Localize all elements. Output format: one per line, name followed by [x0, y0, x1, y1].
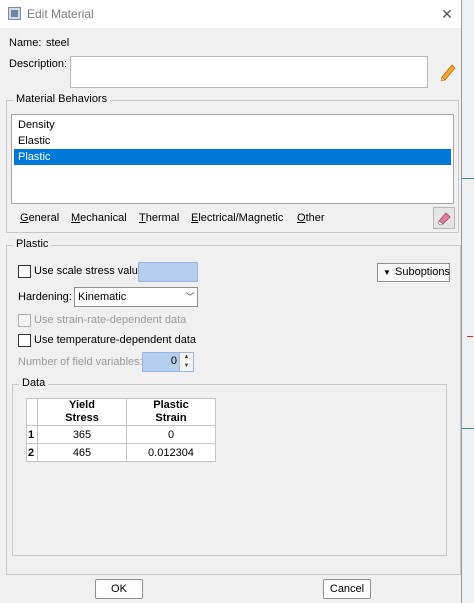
spinner-up-icon[interactable]: ▲ — [180, 353, 193, 362]
description-label: Description: — [9, 58, 68, 70]
column-header-yield-stress[interactable]: Yield Stress — [37, 398, 127, 426]
menu-other-mnemonic: O — [297, 212, 306, 224]
suboptions-label: Suboptions — [395, 266, 451, 278]
triangle-down-icon: ▼ — [383, 268, 391, 277]
table-cell[interactable]: 0 — [126, 425, 216, 444]
menu-other-label: ther — [305, 212, 325, 224]
spinner-down-icon[interactable]: ▼ — [180, 362, 193, 371]
delete-behavior-button[interactable] — [433, 207, 455, 229]
temperature-label: Use temperature-dependent data — [34, 334, 197, 346]
menu-electrical-magnetic[interactable]: Electrical/Magnetic — [191, 207, 283, 229]
table-header-row: Yield Stress Plastic Strain — [26, 398, 216, 426]
field-variables-value: 0 — [170, 355, 177, 367]
field-variables-label: Number of field variables: — [18, 356, 143, 368]
pencil-icon[interactable] — [438, 60, 458, 82]
menu-general-label: eneral — [28, 212, 60, 224]
close-icon[interactable]: ✕ — [436, 3, 458, 25]
table-row: 2 465 0.012304 — [26, 443, 216, 462]
menu-thermal-mnemonic: T — [139, 212, 146, 224]
background-line — [462, 428, 474, 429]
temperature-checkbox[interactable] — [18, 334, 31, 347]
behavior-menu-bar: General Mechanical Thermal Electrical/Ma… — [14, 207, 428, 229]
column-header-line: Stress — [65, 412, 99, 424]
menu-thermal[interactable]: Thermal — [139, 207, 179, 229]
eraser-icon — [437, 212, 451, 226]
field-variables-spinner[interactable]: 0 ▲ ▼ — [142, 352, 194, 372]
menu-mechanical-label: echanical — [80, 212, 127, 224]
app-icon — [8, 7, 21, 20]
data-title: Data — [19, 377, 49, 389]
table-cell[interactable]: 365 — [37, 425, 127, 444]
menu-general[interactable]: General — [20, 207, 59, 229]
strain-rate-label: Use strain-rate-dependent data — [34, 314, 187, 326]
scale-stress-checkbox[interactable] — [18, 265, 31, 278]
behavior-item-elastic[interactable]: Elastic — [14, 133, 451, 149]
behavior-item-plastic[interactable]: Plastic — [14, 149, 451, 165]
corner-cell — [26, 398, 38, 426]
menu-electrical-label: lectrical/Magnetic — [198, 212, 284, 224]
ok-button[interactable]: OK — [95, 579, 143, 599]
name-value: steel — [46, 37, 70, 49]
row-index: 2 — [26, 443, 38, 462]
hardening-select[interactable]: Kinematic ﹀ — [74, 287, 198, 307]
hardening-label: Hardening: — [18, 291, 72, 303]
hardening-value: Kinematic — [78, 291, 127, 303]
background-app — [462, 0, 474, 603]
table-cell[interactable]: 0.012304 — [126, 443, 216, 462]
description-field[interactable] — [70, 56, 428, 88]
spinner-buttons: ▲ ▼ — [179, 353, 193, 371]
material-behaviors-title: Material Behaviors — [13, 93, 111, 105]
edit-material-dialog: Edit Material ✕ Name: steel Description:… — [0, 0, 462, 603]
suboptions-button[interactable]: ▼ Suboptions — [377, 263, 450, 282]
menu-general-mnemonic: G — [20, 212, 29, 224]
chevron-down-icon: ﹀ — [185, 292, 195, 302]
column-header-plastic-strain[interactable]: Plastic Strain — [126, 398, 216, 426]
title-bar: Edit Material ✕ — [0, 0, 461, 28]
menu-mechanical-mnemonic: M — [71, 212, 81, 224]
scale-stress-label: Use scale stress value: — [34, 265, 148, 277]
menu-thermal-label: hermal — [145, 212, 180, 224]
column-header-line: Yield — [69, 399, 95, 411]
menu-mechanical[interactable]: Mechanical — [71, 207, 127, 229]
window-title: Edit Material — [27, 7, 94, 21]
table-row: 1 365 0 — [26, 425, 216, 444]
background-marker — [467, 336, 473, 337]
scale-stress-input[interactable] — [138, 262, 198, 282]
cancel-button[interactable]: Cancel — [323, 579, 371, 599]
row-index: 1 — [26, 425, 38, 444]
plastic-title: Plastic — [13, 238, 52, 250]
behavior-item-density[interactable]: Density — [14, 117, 451, 133]
menu-other[interactable]: Other — [297, 207, 325, 229]
table-cell[interactable]: 465 — [37, 443, 127, 462]
background-line — [462, 178, 474, 179]
column-header-line: Strain — [155, 412, 187, 424]
column-header-line: Plastic — [153, 399, 189, 411]
strain-rate-checkbox[interactable] — [18, 314, 31, 327]
behaviors-list[interactable]: Density Elastic Plastic — [11, 114, 454, 204]
name-label: Name: — [9, 37, 42, 49]
data-table: Yield Stress Plastic Strain 1 365 0 2 46… — [26, 398, 216, 462]
